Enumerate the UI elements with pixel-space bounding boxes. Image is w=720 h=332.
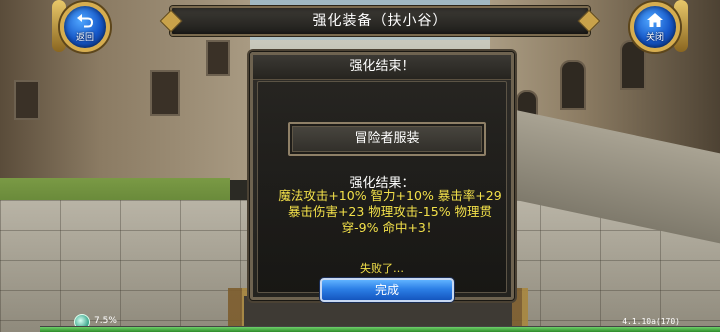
result-stats: 魔法攻击+10% 智力+10% 暴击率+29 暴击伤害+23 物理攻击-15% … [264, 188, 516, 236]
dialog-body: 冒险者服装 强化结果： 魔法攻击+10% 智力+10% 暴击率+29 暴击伤害+… [257, 81, 507, 302]
done-button[interactable]: 完成 [320, 278, 454, 302]
building-window [150, 70, 180, 116]
progress-fill [40, 327, 720, 332]
done-button-label: 完成 [374, 283, 399, 297]
progress-bar [40, 326, 720, 332]
item-name: 冒险者服装 [354, 131, 420, 146]
result-line: 穿-9% 命中+3！ [341, 220, 439, 235]
back-button[interactable]: 返回 [52, 0, 116, 58]
close-button[interactable]: 关闭 [622, 0, 688, 58]
title-bar: 强化装备（扶小谷） [170, 6, 590, 36]
battery-percent: 7.5% [94, 316, 117, 326]
fail-message: 失败了… [360, 262, 404, 275]
item-name-box: 冒险者服装 [288, 122, 486, 156]
enhance-result-dialog: 强化结束！ 冒险者服装 强化结果： 魔法攻击+10% 智力+10% 暴击率+29… [250, 52, 514, 302]
home-icon [647, 13, 663, 27]
back-label: 返回 [75, 33, 94, 43]
dialog-title: 强化结束！ [253, 55, 511, 80]
building-window [560, 60, 586, 110]
close-label: 关闭 [645, 33, 664, 43]
result-line: 暴击伤害+23 物理攻击-15% 物理贯 [287, 204, 493, 219]
building-window [206, 40, 230, 76]
building-window [14, 80, 40, 120]
version-label: 4.1.10a(170) [622, 317, 680, 326]
result-line: 魔法攻击+10% 智力+10% 暴击率+29 [278, 188, 502, 203]
page-title: 强化装备（扶小谷） [312, 13, 448, 29]
return-arrow-icon [77, 14, 93, 28]
